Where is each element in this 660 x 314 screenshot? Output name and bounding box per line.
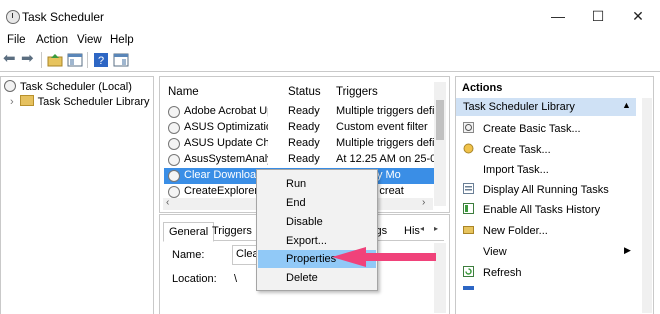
task-name: AsusSystemAnalysis_...: [184, 153, 268, 165]
tab-scroll-right-icon[interactable]: ▸: [434, 224, 438, 233]
action-view[interactable]: View: [483, 246, 507, 258]
folder-icon: [19, 95, 34, 106]
action-refresh[interactable]: Refresh: [483, 267, 522, 279]
task-status: Ready: [288, 153, 320, 165]
table-row[interactable]: ASUS Optimization 3... Ready Custom even…: [164, 120, 434, 136]
collapse-triangle-icon[interactable]: ▲: [622, 100, 631, 110]
chevron-right-icon[interactable]: ›: [10, 96, 14, 108]
action-create-task[interactable]: Create Task...: [483, 144, 551, 156]
create-task-icon: [463, 143, 474, 154]
task-trigger: Custom event filter: [336, 121, 428, 133]
actions-section-header[interactable]: Task Scheduler Library ▲: [456, 98, 636, 116]
tasks-history-icon: [463, 203, 474, 214]
menu-file[interactable]: File: [7, 34, 26, 46]
toolbar-divider: [0, 71, 660, 72]
tree-root-label: Task Scheduler (Local): [20, 81, 132, 93]
action-new-folder[interactable]: New Folder...: [483, 225, 548, 237]
action-enable-tasks-history[interactable]: Enable All Tasks History: [483, 204, 600, 216]
task-trigger: Multiple triggers defir: [336, 137, 434, 149]
task-icon: [168, 170, 180, 182]
context-item-end[interactable]: End: [258, 194, 376, 212]
name-label: Name:: [172, 249, 205, 261]
task-trigger: At 12.25 AM on 25-01-: [336, 153, 434, 165]
scrollbar-thumb[interactable]: [436, 100, 444, 140]
close-button[interactable]: ✕: [627, 6, 649, 26]
table-row[interactable]: Adobe Acrobat Updat... Ready Multiple tr…: [164, 104, 434, 120]
task-name: ASUS Update Checker...: [184, 137, 268, 149]
show-hide-action-pane-icon[interactable]: [113, 52, 129, 68]
toolbar-separator: [41, 52, 42, 68]
back-arrow-icon[interactable]: ⬅: [3, 51, 16, 67]
actions-header: Actions: [462, 82, 503, 94]
tab-scroll-left-icon[interactable]: ◂: [420, 224, 424, 233]
help-icon: [463, 286, 474, 290]
task-status: Ready: [288, 137, 320, 149]
tree-item-library[interactable]: › Task Scheduler Library: [10, 95, 150, 110]
forward-arrow-icon[interactable]: ➡: [21, 51, 34, 67]
pointer-arrow-annotation: [332, 247, 436, 267]
actions-section-label: Task Scheduler Library: [463, 101, 575, 113]
context-item-disable[interactable]: Disable: [258, 213, 376, 231]
maximize-button[interactable]: ☐: [587, 6, 609, 26]
menu-help[interactable]: Help: [110, 34, 134, 46]
tree-root[interactable]: Task Scheduler (Local): [4, 80, 132, 95]
toolbar: ⬅ ➡ ?: [0, 49, 660, 71]
show-hide-console-tree-icon[interactable]: [67, 52, 83, 68]
task-name: Adobe Acrobat Updat...: [184, 105, 268, 117]
task-status: Ready: [288, 105, 320, 117]
column-header-name[interactable]: Name: [168, 86, 199, 102]
new-folder-icon: [463, 224, 474, 235]
title-bar: Task Scheduler — ☐ ✕: [0, 0, 660, 32]
task-name: ASUS Optimization 3...: [184, 121, 268, 133]
running-tasks-icon: [463, 183, 474, 194]
column-header-triggers[interactable]: Triggers: [336, 86, 378, 102]
task-status: Ready: [288, 121, 320, 133]
location-label: Location:: [172, 273, 217, 285]
actions-scrollbar[interactable]: [642, 98, 652, 313]
table-row[interactable]: AsusSystemAnalysis_... Ready At 12.25 AM…: [164, 152, 434, 168]
up-folder-icon[interactable]: [47, 52, 63, 68]
tree-library-label: Task Scheduler Library: [37, 96, 150, 108]
task-icon: [168, 122, 180, 134]
column-header-status[interactable]: Status: [288, 86, 321, 102]
table-row[interactable]: ASUS Update Checker... Ready Multiple tr…: [164, 136, 434, 152]
submenu-arrow-icon: ▶: [624, 245, 631, 255]
context-item-run[interactable]: Run: [258, 175, 376, 193]
window-title: Task Scheduler: [22, 10, 105, 24]
menu-view[interactable]: View: [77, 34, 102, 46]
tab-triggers[interactable]: Triggers: [207, 222, 257, 240]
action-import-task[interactable]: Import Task...: [483, 164, 549, 176]
menu-action[interactable]: Action: [36, 34, 68, 46]
task-trigger: Multiple triggers defir: [336, 105, 434, 117]
toolbar-separator: [87, 52, 88, 68]
task-icon: [168, 106, 180, 118]
action-create-basic-task[interactable]: Create Basic Task...: [483, 123, 581, 135]
console-tree: [0, 76, 154, 314]
location-value: \: [234, 273, 238, 285]
task-icon: [168, 138, 180, 150]
task-scheduler-icon: [6, 10, 20, 24]
minimize-button[interactable]: —: [547, 6, 569, 26]
context-item-delete[interactable]: Delete: [258, 269, 376, 287]
task-list-vertical-scrollbar[interactable]: [434, 82, 446, 206]
scroll-right-icon[interactable]: ›: [422, 197, 425, 208]
clock-icon: [4, 80, 16, 92]
menu-bar: File Action View Help: [0, 32, 660, 48]
name-field[interactable]: Clear: [232, 245, 262, 265]
scroll-left-icon[interactable]: ‹: [166, 197, 169, 208]
help-icon[interactable]: ?: [93, 52, 109, 68]
action-display-running-tasks[interactable]: Display All Running Tasks: [483, 184, 609, 196]
context-menu: Run End Disable Export... Properties Del…: [256, 169, 378, 291]
task-icon: [168, 186, 180, 198]
task-icon: [168, 154, 180, 166]
create-basic-task-icon: [463, 122, 474, 133]
arrow-shaft: [332, 247, 436, 267]
svg-text:?: ?: [98, 55, 104, 67]
refresh-icon: [463, 266, 474, 277]
